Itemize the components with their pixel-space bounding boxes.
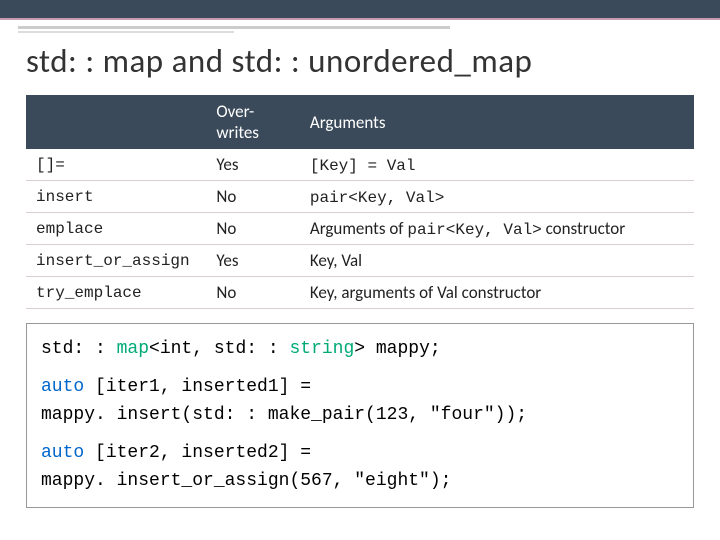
code-type: string: [289, 339, 354, 359]
code-line: std: : map<int, std: : string> mappy;: [41, 336, 679, 364]
arguments-cell: [Key] = Val: [300, 149, 694, 181]
code-line: auto [iter1, inserted1] =: [41, 374, 679, 402]
code-text: > mappy;: [354, 339, 440, 359]
fn-name: insert_or_assign: [26, 245, 206, 277]
code-line: auto [iter2, inserted2] =: [41, 440, 679, 468]
code-text: <int, std: :: [149, 339, 289, 359]
code-block: auto [iter2, inserted2] = mappy. insert_…: [41, 440, 679, 496]
page-title: std: : map and std: : unordered_map: [26, 41, 694, 81]
code-block: auto [iter1, inserted1] = mappy. insert(…: [41, 374, 679, 430]
table-header-row: Over-writes Arguments: [26, 95, 694, 149]
overwrites-cell: Yes: [206, 245, 300, 277]
decorative-line: [18, 26, 450, 29]
args-text: Arguments of: [310, 218, 407, 239]
overwrites-cell: No: [206, 277, 300, 309]
comparison-table: Over-writes Arguments []= Yes [Key] = Va…: [26, 95, 694, 309]
overwrites-cell: No: [206, 213, 300, 245]
args-mono: pair<Key, Val>: [310, 189, 444, 207]
code-text: std: :: [41, 339, 117, 359]
fn-name: []=: [26, 149, 206, 181]
arguments-cell: pair<Key, Val>: [300, 181, 694, 213]
args-text: Key, Val: [310, 250, 362, 271]
fn-name: insert: [26, 181, 206, 213]
code-text: [iter2, inserted2] =: [84, 443, 311, 463]
arguments-cell: Arguments of pair<Key, Val> constructor: [300, 213, 694, 245]
col-header-arguments: Arguments: [300, 95, 694, 149]
table-row: emplace No Arguments of pair<Key, Val> c…: [26, 213, 694, 245]
code-text: [iter1, inserted1] =: [84, 377, 311, 397]
code-example: std: : map<int, std: : string> mappy; au…: [26, 323, 694, 508]
args-text: Key, arguments of Val constructor: [310, 282, 541, 303]
col-header-blank: [26, 95, 206, 149]
code-type: map: [117, 339, 149, 359]
overwrites-cell: Yes: [206, 149, 300, 181]
slide-content: std: : map and std: : unordered_map Over…: [0, 33, 720, 508]
table-row: try_emplace No Key, arguments of Val con…: [26, 277, 694, 309]
args-mono: pair<Key, Val>: [407, 221, 541, 239]
overwrites-cell: No: [206, 181, 300, 213]
top-accent-bar: [0, 0, 720, 20]
code-line: mappy. insert(std: : make_pair(123, "fou…: [41, 402, 679, 430]
args-mono: [Key] = Val: [310, 157, 416, 175]
fn-name: try_emplace: [26, 277, 206, 309]
fn-name: emplace: [26, 213, 206, 245]
arguments-cell: Key, Val: [300, 245, 694, 277]
code-keyword: auto: [41, 377, 84, 397]
col-header-overwrites: Over-writes: [206, 95, 300, 149]
table-row: insert No pair<Key, Val>: [26, 181, 694, 213]
code-keyword: auto: [41, 443, 84, 463]
table-row: insert_or_assign Yes Key, Val: [26, 245, 694, 277]
args-text: constructor: [542, 218, 625, 239]
code-line: mappy. insert_or_assign(567, "eight");: [41, 468, 679, 496]
table-row: []= Yes [Key] = Val: [26, 149, 694, 181]
arguments-cell: Key, arguments of Val constructor: [300, 277, 694, 309]
